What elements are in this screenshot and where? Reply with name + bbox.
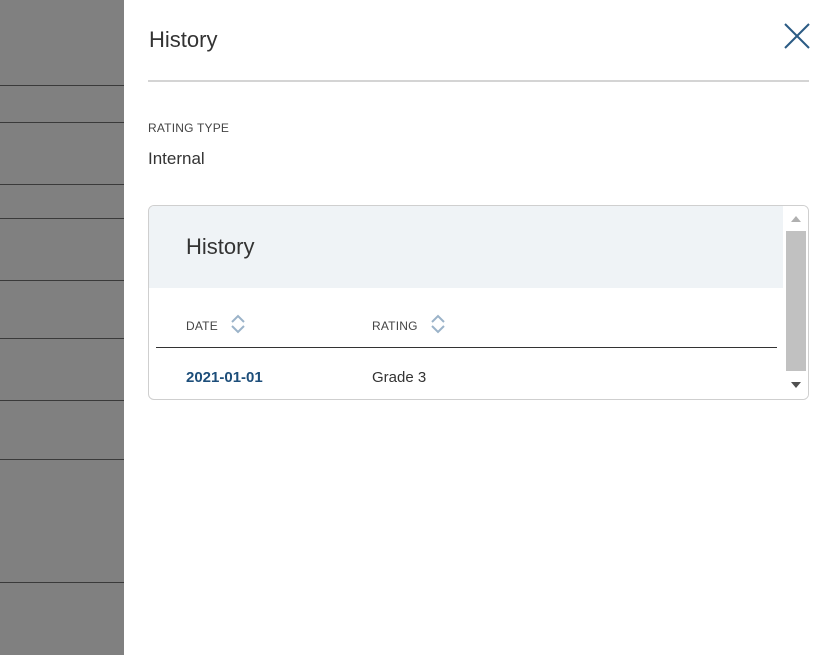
card-header: History [149,206,783,288]
backdrop-divider [0,459,124,460]
card-title: History [186,234,255,259]
scroll-down-button[interactable] [783,375,808,395]
header-divider [148,80,809,82]
backdrop-divider [0,184,124,185]
close-icon [784,23,810,49]
page-backdrop[interactable] [0,0,124,655]
column-header-rating[interactable]: RATING [372,314,446,337]
backdrop-divider [0,280,124,281]
backdrop-divider [0,218,124,219]
column-header-date[interactable]: DATE [186,314,246,337]
backdrop-divider [0,338,124,339]
history-card: History DATE RATING 2021-01-01 Grade 3 [148,205,809,400]
rating-type-label: RATING TYPE [148,121,230,135]
backdrop-divider [0,122,124,123]
history-row-rating: Grade 3 [372,369,427,386]
close-button[interactable] [782,21,812,51]
column-header-label: RATING [372,318,418,333]
rating-type-value: Internal [148,149,205,168]
table-header-divider [156,347,777,348]
backdrop-divider [0,400,124,401]
scroll-up-button[interactable] [783,209,808,229]
sort-icon [230,314,246,337]
history-drawer: History RATING TYPE Internal History DAT… [124,0,821,655]
history-row-date-link[interactable]: 2021-01-01 [186,369,263,386]
backdrop-divider [0,85,124,86]
triangle-up-icon [791,216,801,222]
drawer-title: History [149,27,218,52]
triangle-down-icon [791,382,801,388]
scroll-thumb[interactable] [786,231,806,371]
backdrop-divider [0,582,124,583]
card-scrollbar[interactable] [783,206,808,399]
sort-icon [430,314,446,337]
column-header-label: DATE [186,318,218,333]
